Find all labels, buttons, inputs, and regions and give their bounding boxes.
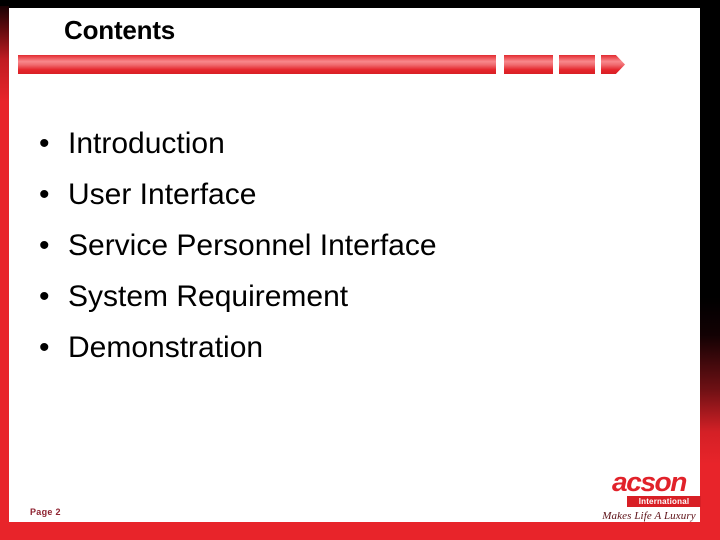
slide-canvas: Contents • Introduction • User Interface… xyxy=(0,0,720,540)
logo-banner-label: International xyxy=(627,496,701,507)
list-item: • User Interface xyxy=(28,169,498,220)
list-item: • Demonstration xyxy=(28,322,498,373)
list-item-label: System Requirement xyxy=(68,280,349,313)
divider-segment-two xyxy=(504,55,553,74)
logo-wordmark: acson xyxy=(612,467,687,497)
logo-tagline: Makes Life A Luxury xyxy=(602,510,696,522)
list-item: • System Requirement xyxy=(28,271,498,322)
page-number: Page 2 xyxy=(30,507,61,517)
bullet-marker-icon: • xyxy=(39,331,50,364)
list-item-label: Introduction xyxy=(68,127,225,160)
list-item-label: Service Personnel Interface xyxy=(68,229,437,262)
acson-logo: acson International Makes Life A Luxury xyxy=(597,467,701,522)
list-item: • Introduction xyxy=(28,118,498,169)
contents-bullet-list: • Introduction • User Interface • Servic… xyxy=(28,118,498,373)
bullet-marker-icon: • xyxy=(39,229,50,262)
list-item-label: User Interface xyxy=(68,178,257,211)
slide-title: Contents xyxy=(64,15,176,45)
divider-segment-three xyxy=(559,55,595,74)
list-item-label: Demonstration xyxy=(68,331,264,364)
slide-border-bottom xyxy=(0,522,720,540)
divider-segment-main xyxy=(18,55,496,74)
title-divider-bar xyxy=(18,55,625,74)
bullet-marker-icon: • xyxy=(39,127,50,160)
slide-border-left xyxy=(0,6,9,540)
slide-border-right xyxy=(700,0,720,540)
bullet-marker-icon: • xyxy=(39,280,50,313)
bullet-marker-icon: • xyxy=(39,178,50,211)
slide-border-top xyxy=(0,0,720,8)
list-item: • Service Personnel Interface xyxy=(28,220,498,271)
